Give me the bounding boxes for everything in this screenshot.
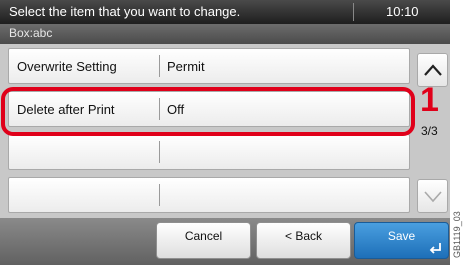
cancel-button[interactable]: Cancel: [156, 222, 251, 259]
back-button[interactable]: < Back: [256, 222, 351, 259]
chevron-down-icon: [424, 191, 442, 203]
figure-reference-code: GB1119_03: [452, 211, 462, 258]
callout-number: 1: [420, 81, 439, 119]
setting-value: Permit: [167, 59, 205, 74]
header-divider: [353, 3, 354, 21]
footer-bar: Cancel < Back Save: [0, 218, 450, 265]
setting-row-empty: [8, 134, 410, 170]
enter-icon: [429, 243, 441, 254]
setting-row-empty: [8, 177, 410, 213]
cancel-button-label: Cancel: [184, 229, 223, 243]
row-divider: [159, 141, 160, 163]
box-name-bar: Box:abc: [0, 24, 450, 44]
header-bar: Select the item that you want to change.…: [0, 0, 450, 24]
chevron-up-icon: [424, 64, 442, 76]
save-button[interactable]: Save: [354, 222, 449, 259]
page-indicator: 3/3: [421, 124, 438, 138]
row-divider: [159, 184, 160, 206]
row-divider: [159, 55, 160, 77]
box-name: Box:abc: [9, 26, 53, 40]
setting-row-overwrite[interactable]: Overwrite Setting Permit: [8, 48, 410, 84]
setting-name: Overwrite Setting: [17, 59, 117, 74]
callout-highlight-frame: [1, 87, 415, 136]
scroll-down-button[interactable]: [417, 179, 448, 213]
clock: 10:10: [386, 4, 419, 19]
instruction-text: Select the item that you want to change.: [9, 4, 241, 19]
back-button-label: < Back: [284, 229, 323, 243]
save-button-label: Save: [387, 229, 416, 243]
